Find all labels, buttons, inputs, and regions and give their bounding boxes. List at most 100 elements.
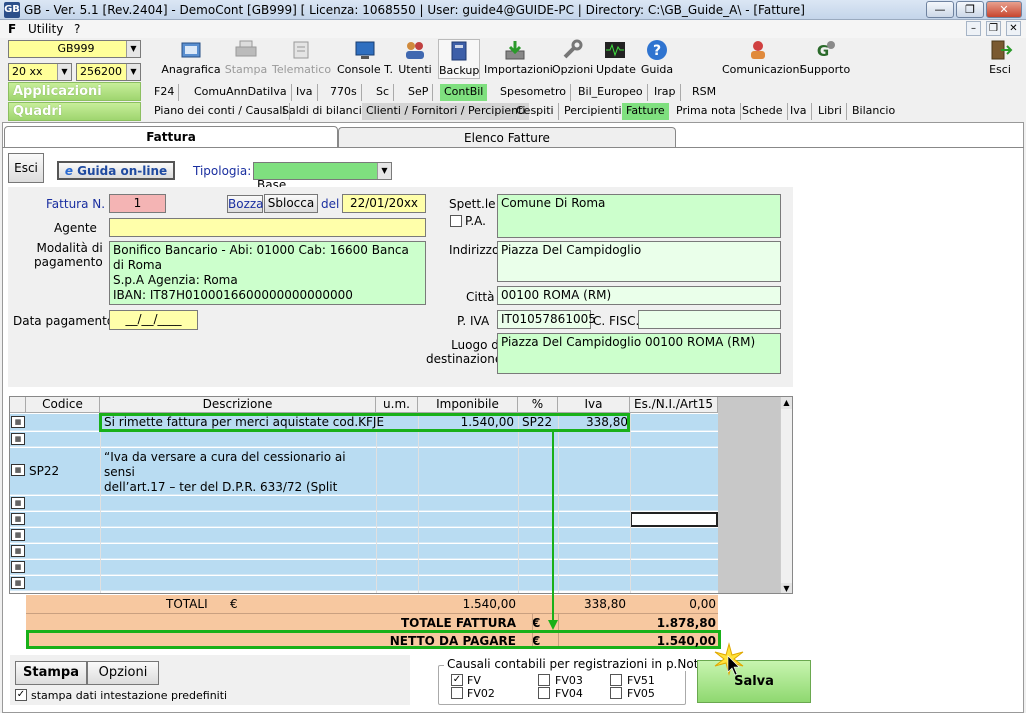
toolbar-console-button[interactable]: Console T. bbox=[336, 39, 394, 79]
tab-iva[interactable]: Iva bbox=[292, 84, 318, 101]
tab-schede[interactable]: Schede bbox=[738, 103, 788, 120]
header-codice[interactable]: Codice bbox=[26, 397, 100, 413]
table-row[interactable]: ▦ bbox=[10, 528, 718, 543]
pa-checkbox[interactable] bbox=[450, 215, 462, 227]
mdi-close-button[interactable]: ✕ bbox=[1006, 21, 1021, 36]
row-selector-icon[interactable]: ▦ bbox=[11, 561, 25, 573]
toolbar-esci-button[interactable]: Esci bbox=[984, 39, 1016, 79]
mdi-minimize-button[interactable]: – bbox=[966, 21, 981, 36]
minimize-button[interactable]: — bbox=[926, 1, 954, 18]
tab-elenco-fatture[interactable]: Elenco Fatture bbox=[338, 127, 676, 147]
restore-button[interactable]: ❐ bbox=[956, 1, 984, 18]
tab-percipienti[interactable]: Percipienti bbox=[560, 103, 627, 120]
grid-scrollbar[interactable]: ▲ ▼ bbox=[780, 397, 792, 593]
stampa-button[interactable]: Stampa bbox=[15, 661, 87, 685]
header-percentuale[interactable]: % bbox=[518, 397, 558, 413]
guida-online-button[interactable]: e Guida on-line bbox=[57, 161, 175, 180]
tab-iva-quadri[interactable]: Iva bbox=[786, 103, 812, 120]
causale-fv04-checkbox[interactable] bbox=[538, 687, 550, 699]
modalita-pagamento-field[interactable]: Bonifico Bancario - Abi: 01000 Cab: 1660… bbox=[109, 241, 426, 305]
year-select[interactable]: 20 xx ▼ bbox=[8, 63, 72, 81]
tab-fatture[interactable]: Fatture bbox=[622, 103, 669, 120]
row-selector-icon[interactable]: ▦ bbox=[11, 545, 25, 557]
active-cell[interactable] bbox=[630, 512, 718, 527]
tab-contbil[interactable]: ContBil bbox=[440, 84, 488, 101]
tab-sc[interactable]: Sc bbox=[372, 84, 395, 101]
header-descrizione[interactable]: Descrizione bbox=[100, 397, 376, 413]
esci-button[interactable]: Esci bbox=[8, 153, 44, 183]
cell-codice[interactable]: SP22 bbox=[29, 464, 59, 479]
citta-field[interactable]: 00100 ROMA (RM) bbox=[497, 286, 781, 305]
row-selector-icon[interactable]: ▦ bbox=[11, 513, 25, 525]
toolbar-stampa-button[interactable]: Stampa bbox=[224, 39, 268, 79]
tab-libri[interactable]: Libri bbox=[814, 103, 847, 120]
causale-fv51-checkbox[interactable] bbox=[610, 674, 622, 686]
tab-rsm[interactable]: RSM bbox=[688, 84, 720, 101]
toolbar-opzioni-button[interactable]: Opzioni bbox=[552, 39, 593, 79]
table-row[interactable]: ▦ bbox=[10, 544, 718, 559]
row-selector-icon[interactable]: ▦ bbox=[11, 577, 25, 589]
applicazioni-button[interactable]: Applicazioni bbox=[8, 82, 141, 101]
company-select[interactable]: GB999 ▼ bbox=[8, 40, 141, 58]
table-row[interactable]: ▦ SP22 “Iva da versare a cura del cessio… bbox=[10, 448, 718, 509]
tab-irap[interactable]: Irap bbox=[650, 84, 681, 101]
tab-saldi-di-bilancio[interactable]: Saldi di bilancio bbox=[278, 103, 374, 120]
tab-comuanndatiiva[interactable]: ComuAnnDatiIva bbox=[190, 84, 292, 101]
stampa-dati-checkbox[interactable]: ✓ bbox=[15, 689, 27, 701]
spettabile-field[interactable]: Comune Di Roma bbox=[497, 194, 781, 238]
tab-clienti-fornitori[interactable]: Clienti / Fornitori / Percipienti bbox=[362, 103, 530, 120]
row-selector-icon[interactable]: ▦ bbox=[11, 416, 25, 428]
tab-sep[interactable]: SeP bbox=[404, 84, 434, 101]
header-esenzione[interactable]: Es./N.I./Art15 bbox=[630, 397, 718, 413]
toolbar-anagrafica-button[interactable]: Anagrafica bbox=[160, 39, 222, 79]
scroll-up-icon[interactable]: ▲ bbox=[781, 397, 792, 409]
row-selector-icon[interactable]: ▦ bbox=[11, 529, 25, 541]
fattura-number-field[interactable]: 1 bbox=[109, 194, 166, 213]
agente-field[interactable] bbox=[109, 218, 426, 237]
tipologia-select[interactable]: Base ▼ bbox=[253, 162, 392, 192]
toolbar-backup-button[interactable]: Backup bbox=[438, 39, 480, 79]
code-select[interactable]: 256200 - ▼ bbox=[76, 63, 141, 81]
toolbar-update-button[interactable]: Update bbox=[596, 39, 636, 79]
opzioni-button[interactable]: Opzioni bbox=[87, 661, 159, 685]
toolbar-comunicazioni-button[interactable]: Comunicazioni bbox=[722, 39, 803, 79]
toolbar-supporto-button[interactable]: G Supporto bbox=[800, 39, 850, 79]
quadri-button[interactable]: Quadri bbox=[8, 102, 141, 121]
causale-fv03-checkbox[interactable] bbox=[538, 674, 550, 686]
table-row[interactable]: ▦ bbox=[10, 512, 718, 527]
scroll-down-icon[interactable]: ▼ bbox=[781, 583, 792, 593]
sblocca-button[interactable]: Sblocca bbox=[264, 194, 318, 213]
toolbar-telematico-button[interactable]: Telematico bbox=[272, 39, 331, 79]
table-row[interactable]: ▦ bbox=[10, 576, 718, 591]
tab-fattura[interactable]: Fattura bbox=[4, 126, 338, 148]
luogo-destinazione-field[interactable]: Piazza Del Campidoglio 00100 ROMA (RM) bbox=[497, 333, 781, 374]
table-row[interactable]: ▦ bbox=[10, 496, 718, 511]
table-row[interactable]: ▦ bbox=[10, 432, 718, 447]
row-selector-icon[interactable]: ▦ bbox=[11, 433, 25, 445]
invoice-date-field[interactable]: 22/01/20xx bbox=[342, 194, 426, 213]
tab-piano-dei-conti[interactable]: Piano dei conti / Causali bbox=[150, 103, 291, 120]
menu-utility[interactable]: Utility bbox=[28, 22, 63, 36]
close-button[interactable]: ✕ bbox=[986, 1, 1022, 18]
row-selector-icon[interactable]: ▦ bbox=[11, 464, 25, 476]
causale-fv02-checkbox[interactable] bbox=[451, 687, 463, 699]
toolbar-utenti-button[interactable]: Utenti bbox=[396, 39, 434, 79]
causale-fv05-checkbox[interactable] bbox=[610, 687, 622, 699]
tab-770s[interactable]: 770s bbox=[326, 84, 362, 101]
row-selector-icon[interactable]: ▦ bbox=[11, 497, 25, 509]
header-um[interactable]: u.m. bbox=[376, 397, 418, 413]
tab-bilancio[interactable]: Bilancio bbox=[848, 103, 899, 120]
tab-prima-nota[interactable]: Prima nota bbox=[672, 103, 741, 120]
tab-bil-europeo[interactable]: Bil_Europeo bbox=[574, 84, 648, 101]
tab-spesometro[interactable]: Spesometro bbox=[496, 84, 571, 101]
toolbar-importazioni-button[interactable]: Importazioni bbox=[484, 39, 553, 79]
bozza-button[interactable]: Bozza bbox=[227, 195, 264, 213]
menu-help[interactable]: ? bbox=[74, 22, 80, 36]
tab-f24[interactable]: F24 bbox=[150, 84, 180, 101]
data-pagamento-field[interactable]: __/__/____ bbox=[109, 310, 198, 330]
toolbar-guida-button[interactable]: ? Guida bbox=[638, 39, 676, 79]
piva-field[interactable]: IT01057861005 bbox=[497, 310, 596, 329]
mdi-restore-button[interactable]: ❐ bbox=[986, 21, 1001, 36]
header-iva[interactable]: Iva bbox=[558, 397, 630, 413]
header-imponibile[interactable]: Imponibile bbox=[418, 397, 518, 413]
